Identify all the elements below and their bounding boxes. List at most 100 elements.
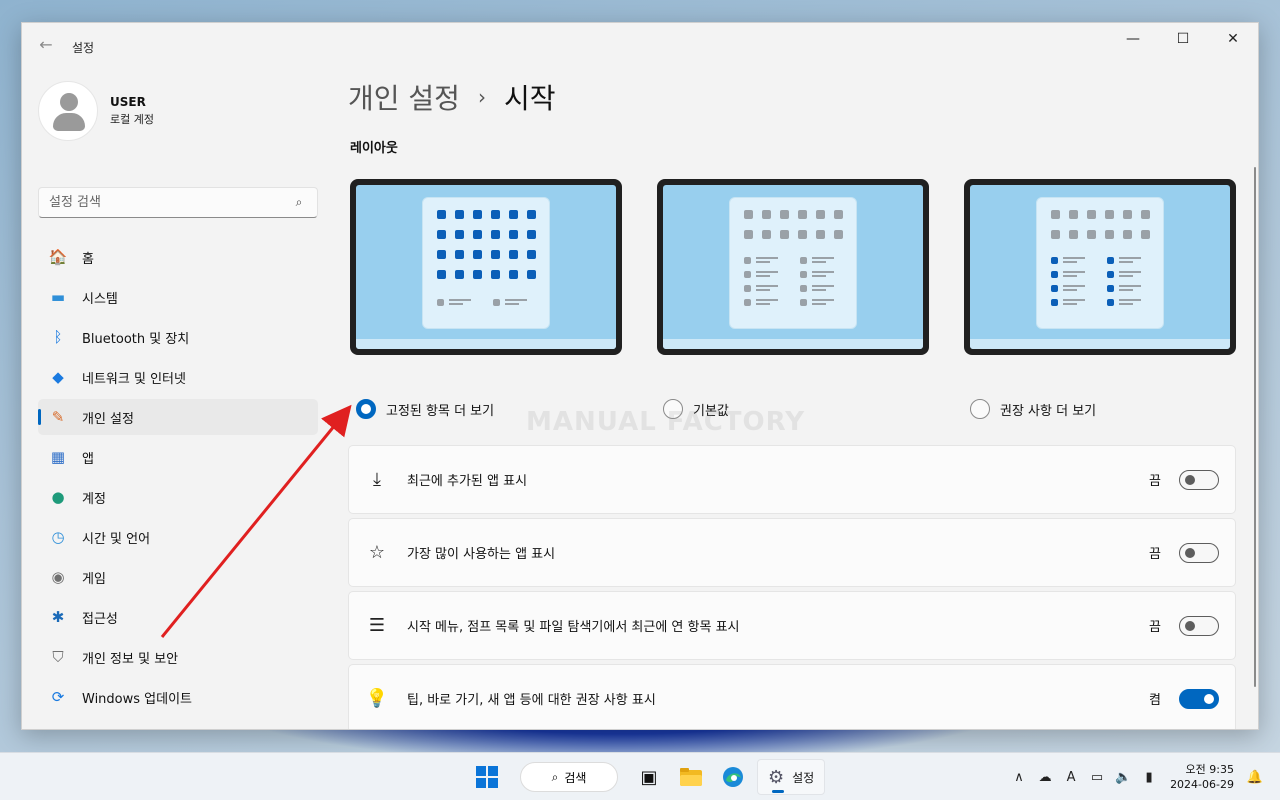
lightbulb-icon: 💡: [365, 688, 389, 709]
layout-section-label: 레이아웃: [350, 141, 398, 156]
sidebar-item-label: Bluetooth 및 장치: [82, 331, 190, 347]
setting-row[interactable]: ☰ 시작 메뉴, 점프 목록 및 파일 탐색기에서 최근에 연 항목 표시 끔: [348, 591, 1236, 660]
breadcrumb-parent[interactable]: 개인 설정: [348, 77, 460, 117]
display-icon[interactable]: ▭: [1086, 770, 1108, 785]
breadcrumb: 개인 설정 › 시작: [348, 77, 555, 117]
watermark: MANUAL FACTORY: [526, 407, 806, 437]
search-icon: ⌕: [551, 769, 559, 784]
layout-preview-more-pins[interactable]: [350, 179, 622, 355]
gamepad-icon: ◉: [51, 568, 65, 586]
sidebar-item-time-language[interactable]: ◷ 시간 및 언어: [38, 519, 318, 555]
title-bar: ← 설정 — ☐ ✕: [22, 23, 1258, 67]
setting-row[interactable]: 💡 팁, 바로 가기, 새 앱 등에 대한 권장 사항 표시 켬: [348, 664, 1236, 729]
minimize-button[interactable]: —: [1108, 23, 1158, 55]
toggle-state-label: 켬: [1149, 693, 1161, 708]
download-icon: ⤓: [373, 469, 381, 490]
toggle-switch[interactable]: [1179, 469, 1219, 490]
edge-browser-icon[interactable]: [715, 759, 751, 795]
time-language-icon: ◷: [51, 528, 65, 546]
sidebar-nav: 🏠 홈 ▬ 시스템 ᛒ Bluetooth 및 장치 ◆ 네트워크 및 인터넷 ✎ 개인 설정 ▦ 앱…: [38, 239, 318, 719]
clock[interactable]: 오전 9:35 2024-06-29: [1170, 762, 1234, 792]
accessibility-icon: ✱: [51, 608, 65, 626]
app-title: 설정: [72, 41, 95, 55]
setting-label: 최근에 추가된 앱 표시: [407, 474, 528, 489]
apps-icon: ▦: [50, 448, 66, 466]
sidebar-item-accessibility[interactable]: ✱ 접근성: [38, 599, 318, 635]
scrollbar[interactable]: [1254, 167, 1256, 687]
profile-name: USER: [110, 95, 146, 109]
sidebar-item-update[interactable]: ⟳ Windows 업데이트: [38, 679, 318, 715]
main-content: 개인 설정 › 시작 레이아웃 고정된 항목 더 보기 기본값 권장 사항 더 …: [332, 67, 1258, 729]
toggle-state-label: 끔: [1149, 547, 1161, 562]
layout-preview-default[interactable]: [657, 179, 929, 355]
notification-bell-icon[interactable]: 🔔: [1244, 770, 1266, 785]
sidebar-item-brush[interactable]: ✎ 개인 설정: [38, 399, 318, 435]
taskbar-settings-app[interactable]: ⚙ 설정: [757, 759, 826, 795]
setting-row[interactable]: ⤓ 최근에 추가된 앱 표시 끔: [348, 445, 1236, 514]
battery-icon[interactable]: ▮: [1138, 770, 1160, 785]
ime-icon[interactable]: A: [1060, 770, 1082, 785]
search-input[interactable]: [49, 195, 291, 210]
setting-label: 가장 많이 사용하는 앱 표시: [407, 547, 556, 562]
sidebar-item-label: 개인 정보 및 보안: [82, 651, 179, 667]
sidebar-item-label: Windows 업데이트: [82, 691, 193, 707]
profile-account-type: 로컬 계정: [110, 113, 154, 126]
file-explorer-icon[interactable]: [673, 759, 709, 795]
sidebar-item-label: 앱: [82, 451, 94, 467]
sidebar-item-label: 네트워크 및 인터넷: [82, 371, 186, 387]
account-icon: ●: [51, 488, 65, 506]
toggle-state-label: 끔: [1149, 620, 1161, 635]
chevron-up-icon[interactable]: ∧: [1008, 770, 1030, 785]
sidebar-item-label: 접근성: [82, 611, 118, 627]
brush-icon: ✎: [51, 408, 65, 426]
settings-window: ← 설정 — ☐ ✕ USER 로컬 계정 ⌕ 🏠홈 ▬시스템 ᛒ Bluetooth…: [21, 22, 1259, 730]
sidebar-item-label: 시간 및 언어: [82, 531, 151, 547]
toggle-switch[interactable]: [1179, 615, 1219, 636]
maximize-button[interactable]: ☐: [1158, 23, 1208, 55]
settings-list: ⤓ 최근에 추가된 앱 표시 끔 ☆ 가장 많이 사용하는 앱 표시 끔 ☰ 시작 메뉴, 점…: [348, 445, 1236, 729]
back-button[interactable]: ←: [34, 35, 58, 55]
shield-icon: ⛉: [52, 648, 64, 666]
sidebar-item-home[interactable]: 🏠 홈: [38, 239, 318, 275]
home-icon: 🏠: [48, 248, 68, 266]
taskbar-settings-label: 설정: [792, 770, 815, 785]
layout-option-more-pins[interactable]: 고정된 항목 더 보기: [356, 399, 494, 419]
sidebar-item-wifi[interactable]: ◆ 네트워크 및 인터넷: [38, 359, 318, 395]
sidebar-item-system[interactable]: ▬ 시스템: [38, 279, 318, 315]
sidebar-item-gamepad[interactable]: ◉ 게임: [38, 559, 318, 595]
sidebar: USER 로컬 계정 ⌕ 🏠홈 ▬시스템 ᛒ Bluetooth 및 장치 ◆ 네트워크 …: [22, 67, 332, 729]
start-button[interactable]: [469, 759, 505, 795]
sidebar-item-shield[interactable]: ⛉ 개인 정보 및 보안: [38, 639, 318, 675]
setting-row[interactable]: ☆ 가장 많이 사용하는 앱 표시 끔: [348, 518, 1236, 587]
radio-label: 권장 사항 더 보기: [1000, 403, 1097, 419]
sidebar-item-label: 계정: [82, 491, 106, 507]
settings-search[interactable]: ⌕: [38, 187, 318, 218]
chevron-right-icon: ›: [477, 85, 486, 109]
radio-label: 고정된 항목 더 보기: [386, 403, 495, 419]
taskbar-search-label: 검색: [564, 770, 587, 785]
star-icon: ☆: [368, 542, 386, 563]
sidebar-item-label: 개인 설정: [82, 411, 134, 427]
close-button[interactable]: ✕: [1208, 23, 1258, 55]
user-profile[interactable]: USER 로컬 계정: [38, 81, 154, 141]
sidebar-item-bluetooth[interactable]: ᛒ Bluetooth 및 장치: [38, 319, 318, 355]
setting-label: 시작 메뉴, 점프 목록 및 파일 탐색기에서 최근에 연 항목 표시: [407, 620, 740, 635]
onedrive-icon[interactable]: ☁: [1034, 770, 1056, 785]
sidebar-item-apps[interactable]: ▦ 앱: [38, 439, 318, 475]
volume-icon[interactable]: 🔈: [1112, 770, 1134, 785]
wifi-icon: ◆: [52, 368, 64, 386]
toggle-switch[interactable]: [1179, 688, 1219, 709]
search-icon[interactable]: ⌕: [291, 195, 307, 210]
toggle-state-label: 끔: [1149, 474, 1161, 489]
layout-options: [350, 179, 1236, 379]
radio-button-more-recommendations[interactable]: [970, 399, 990, 419]
layout-preview-more-recommendations[interactable]: [964, 179, 1236, 355]
radio-button-more-pins[interactable]: [356, 399, 376, 419]
task-view-icon[interactable]: ▣: [631, 759, 667, 795]
toggle-switch[interactable]: [1179, 542, 1219, 563]
layout-option-more-recommendations[interactable]: 권장 사항 더 보기: [970, 399, 1096, 419]
taskbar-search[interactable]: ⌕ 검색: [520, 762, 618, 792]
bluetooth-icon: ᛒ: [53, 328, 63, 346]
windows-logo-icon: [476, 766, 498, 788]
sidebar-item-account[interactable]: ● 계정: [38, 479, 318, 515]
